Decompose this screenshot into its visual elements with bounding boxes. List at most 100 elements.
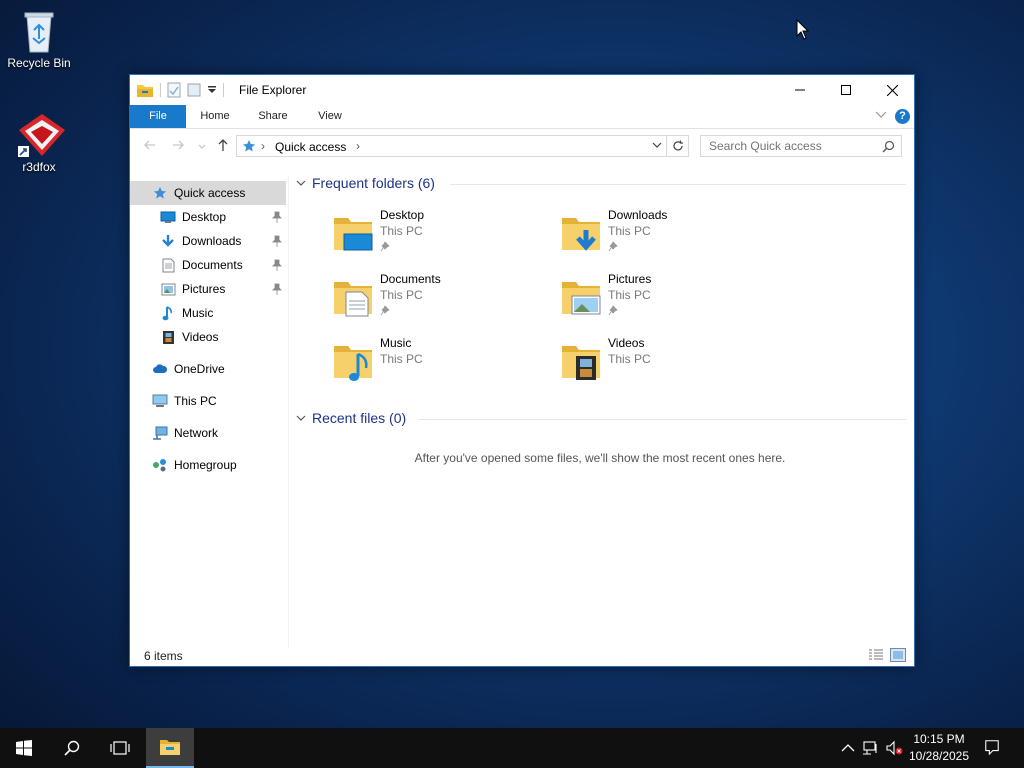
taskbar-clock[interactable]: 10:15 PM 10/28/2025 — [904, 731, 974, 765]
group-divider-line — [450, 184, 906, 185]
folder-tile-desktop[interactable]: Desktop This PC — [332, 208, 532, 268]
search-input[interactable] — [701, 136, 877, 156]
folder-location: This PC — [608, 352, 651, 366]
toolbar-separator — [160, 83, 161, 97]
folder-name: Pictures — [608, 272, 652, 286]
network-status-icon[interactable] — [862, 740, 880, 756]
pin-icon[interactable] — [272, 283, 282, 295]
folder-name: Documents — [380, 272, 441, 286]
refresh-button[interactable] — [667, 135, 689, 157]
sidebar-item-network[interactable]: Network — [130, 421, 286, 445]
item-count: 6 items — [144, 649, 183, 663]
music-folder-icon — [334, 346, 372, 381]
volume-muted-icon[interactable] — [885, 740, 903, 756]
download-arrow-icon — [160, 233, 176, 249]
address-history-chevron-icon[interactable] — [652, 140, 662, 150]
tab-file[interactable]: File — [130, 105, 186, 128]
address-bar[interactable]: › Quick access › — [236, 135, 667, 157]
recent-files-title: Recent files (0) — [312, 410, 407, 426]
toolbar-separator — [223, 83, 224, 97]
desktop-icon-label: r3dfox — [22, 160, 56, 174]
title-bar[interactable]: File Explorer — [130, 75, 914, 105]
tab-view[interactable]: View — [306, 105, 354, 128]
action-center-icon[interactable] — [983, 739, 1001, 755]
frequent-folders-title: Frequent folders (6) — [312, 175, 435, 191]
show-hidden-icons-chevron-icon[interactable] — [839, 740, 857, 756]
task-view-button[interactable] — [96, 728, 144, 768]
tab-share[interactable]: Share — [248, 105, 298, 128]
maximize-button[interactable] — [823, 75, 869, 105]
details-view-icon[interactable] — [868, 648, 884, 662]
sidebar-item-pictures[interactable]: Pictures — [130, 277, 286, 301]
sidebar-item-documents[interactable]: Documents — [130, 253, 286, 277]
breadcrumb-quick-access[interactable]: Quick access — [275, 140, 346, 154]
music-note-icon — [160, 305, 176, 321]
network-icon — [152, 425, 168, 441]
start-button[interactable] — [0, 728, 48, 768]
pin-icon[interactable] — [272, 235, 282, 247]
desktop-icon — [160, 209, 176, 225]
sidebar-item-downloads[interactable]: Downloads — [130, 229, 286, 253]
tab-home[interactable]: Home — [190, 105, 240, 128]
file-explorer-window: File Explorer File Home Share View ? › Q… — [129, 74, 915, 667]
pin-icon[interactable] — [272, 259, 282, 271]
up-arrow-icon — [218, 139, 228, 151]
pin-icon[interactable] — [272, 211, 282, 223]
minimize-button[interactable] — [777, 75, 823, 105]
recent-files-header[interactable]: Recent files (0) — [296, 410, 406, 426]
film-icon — [160, 329, 176, 345]
desktop-icon-recycle-bin[interactable]: Recycle Bin — [3, 8, 75, 70]
breadcrumb-chevron-icon[interactable]: › — [356, 139, 360, 153]
navigation-bar: › Quick access › — [130, 130, 914, 162]
sidebar-item-quick-access[interactable]: Quick access — [130, 181, 286, 205]
downloads-folder-icon — [562, 218, 600, 251]
task-view-icon — [110, 741, 130, 755]
properties-icon[interactable] — [167, 82, 181, 98]
folder-name: Music — [380, 336, 412, 350]
sidebar-item-this-pc[interactable]: This PC — [130, 389, 286, 413]
sidebar-item-music[interactable]: Music — [130, 301, 286, 325]
folder-name: Desktop — [380, 208, 425, 222]
chevron-down-icon — [296, 415, 306, 421]
folder-tile-music[interactable]: Music This PC — [332, 336, 532, 396]
expand-ribbon-chevron-icon[interactable] — [875, 111, 887, 119]
folder-tile-videos[interactable]: Videos This PC — [560, 336, 760, 396]
pin-icon — [608, 241, 618, 252]
customize-toolbar-dropdown-icon[interactable] — [207, 85, 217, 95]
folder-tile-pictures[interactable]: Pictures This PC — [560, 272, 760, 332]
pane-divider[interactable] — [288, 175, 289, 649]
folder-location: This PC — [380, 288, 423, 302]
close-button[interactable] — [869, 75, 915, 105]
pin-icon — [380, 305, 390, 316]
back-arrow-icon — [144, 140, 155, 150]
computer-icon — [152, 393, 168, 409]
new-folder-icon[interactable] — [187, 82, 201, 98]
recent-locations-button[interactable] — [194, 138, 210, 154]
cloud-icon — [152, 361, 168, 377]
folder-tile-documents[interactable]: Documents This PC — [332, 272, 532, 332]
large-icons-view-icon[interactable] — [890, 648, 906, 662]
sidebar-item-homegroup[interactable]: Homegroup — [130, 453, 286, 477]
sidebar-item-onedrive[interactable]: OneDrive — [130, 357, 286, 381]
document-icon — [160, 257, 176, 273]
up-button[interactable] — [215, 138, 231, 154]
folder-tile-downloads[interactable]: Downloads This PC — [560, 208, 760, 268]
homegroup-icon — [152, 457, 168, 473]
search-icon — [882, 140, 895, 153]
maximize-icon — [841, 85, 851, 95]
desktop-icon-label: Recycle Bin — [7, 56, 71, 70]
sidebar-item-desktop[interactable]: Desktop — [130, 205, 286, 229]
search-button[interactable] — [48, 728, 96, 768]
file-explorer-icon — [160, 740, 180, 755]
search-box[interactable] — [700, 135, 902, 157]
taskbar-file-explorer-button[interactable] — [146, 728, 194, 768]
sidebar-item-label: Quick access — [174, 186, 246, 200]
desktop-icon-r3dfox[interactable]: r3dfox — [3, 112, 75, 174]
picture-icon — [160, 281, 176, 297]
back-button[interactable] — [142, 138, 158, 154]
sidebar-item-videos[interactable]: Videos — [130, 325, 286, 349]
chevron-down-icon — [198, 144, 206, 149]
help-button[interactable]: ? — [895, 109, 910, 124]
forward-button[interactable] — [170, 138, 186, 154]
frequent-folders-header[interactable]: Frequent folders (6) — [296, 175, 435, 191]
